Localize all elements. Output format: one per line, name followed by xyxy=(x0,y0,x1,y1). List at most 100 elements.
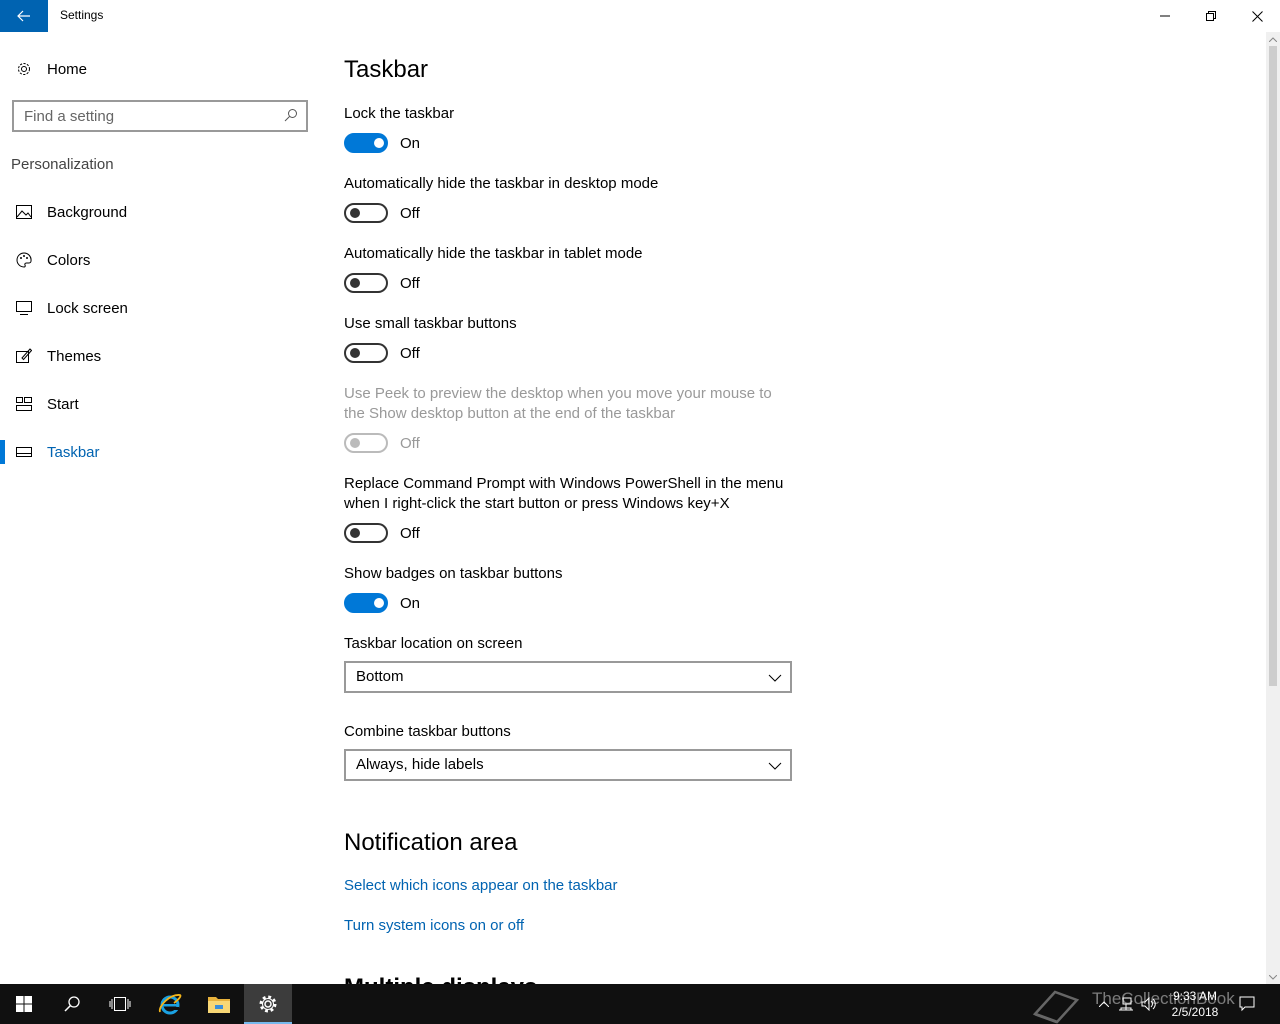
sidebar-item-themes[interactable]: Themes xyxy=(0,336,320,376)
show-hidden-icons-button[interactable] xyxy=(1094,984,1114,1024)
file-explorer-button[interactable] xyxy=(195,984,243,1024)
window-title: Settings xyxy=(60,8,104,22)
close-icon xyxy=(1251,10,1263,22)
section-label: Personalization xyxy=(11,156,114,173)
search-input[interactable] xyxy=(14,102,274,130)
lock-taskbar-toggle[interactable] xyxy=(344,133,388,153)
small-buttons-toggle-row: Off xyxy=(344,343,420,363)
badges-toggle[interactable] xyxy=(344,593,388,613)
start-icon xyxy=(16,996,32,1012)
volume-button[interactable] xyxy=(1138,984,1160,1024)
sidebar-item-label: Colors xyxy=(47,251,91,269)
minimize-button[interactable] xyxy=(1142,0,1188,32)
small-buttons-toggle[interactable] xyxy=(344,343,388,363)
scroll-thumb[interactable] xyxy=(1269,46,1277,686)
multiple-displays-heading: Multiple displays xyxy=(344,974,537,984)
start-button[interactable] xyxy=(0,984,48,1024)
image-icon xyxy=(16,204,32,220)
themes-icon xyxy=(16,348,32,364)
setting-label: Lock the taskbar xyxy=(344,105,455,122)
settings-taskbar-button[interactable] xyxy=(244,984,292,1024)
minimize-icon xyxy=(1160,15,1170,17)
sidebar-item-lock-screen[interactable]: Lock screen xyxy=(0,288,320,328)
system-icons-link[interactable]: Turn system icons on or off xyxy=(344,917,524,934)
peek-toggle-row: Off xyxy=(344,433,420,453)
taskbar-clock[interactable]: 9:33 AM 2/5/2018 xyxy=(1166,988,1224,1020)
restore-icon xyxy=(1206,11,1216,21)
toggle-state-text: On xyxy=(400,134,421,152)
sidebar-item-label: Home xyxy=(47,60,88,78)
search-button[interactable] xyxy=(48,984,96,1024)
scroll-up-arrow-icon[interactable] xyxy=(1266,32,1280,46)
chevron-up-icon xyxy=(1099,1001,1109,1007)
select-icons-link[interactable]: Select which icons appear on the taskbar xyxy=(344,877,618,894)
setting-label: Automatically hide the taskbar in tablet… xyxy=(344,245,643,262)
toggle-state-text: Off xyxy=(400,524,420,542)
search-box xyxy=(12,100,308,132)
speaker-icon xyxy=(1141,997,1156,1011)
main-content: Taskbar Lock the taskbar On Automaticall… xyxy=(320,32,1260,984)
task-view-icon xyxy=(109,997,131,1011)
scrollbar[interactable] xyxy=(1266,32,1280,984)
sidebar-item-label: Lock screen xyxy=(47,299,128,317)
settings-icon xyxy=(259,995,277,1013)
autohide-tablet-toggle[interactable] xyxy=(344,273,388,293)
toggle-state-text: Off xyxy=(400,274,420,292)
notification-area-heading: Notification area xyxy=(344,829,518,856)
sidebar-item-taskbar[interactable]: Taskbar xyxy=(0,432,320,472)
autohide-desktop-toggle[interactable] xyxy=(344,203,388,223)
autohide-desktop-toggle-row: Off xyxy=(344,203,420,223)
sidebar: Home Personalization Background Colors L… xyxy=(0,32,320,984)
sidebar-item-label: Taskbar xyxy=(47,443,100,461)
network-icon xyxy=(1119,997,1133,1011)
chevron-down-icon xyxy=(768,671,782,685)
toggle-state-text: On xyxy=(400,594,421,612)
notification-icon xyxy=(1239,996,1255,1012)
sidebar-item-label: Themes xyxy=(47,347,102,365)
badges-toggle-row: On xyxy=(344,593,420,613)
sidebar-item-start[interactable]: Start xyxy=(0,384,320,424)
dropdown-value: Always, hide labels xyxy=(356,756,484,773)
setting-label: Combine taskbar buttons xyxy=(344,723,511,740)
toggle-state-text: Off xyxy=(400,434,420,452)
autohide-tablet-toggle-row: Off xyxy=(344,273,420,293)
search-icon xyxy=(64,996,80,1012)
toggle-state-text: Off xyxy=(400,344,420,362)
taskbar-icon xyxy=(16,444,32,460)
selection-indicator xyxy=(0,440,5,464)
taskbar-location-dropdown[interactable]: Bottom xyxy=(344,661,792,693)
dropdown-value: Bottom xyxy=(356,668,404,685)
internet-explorer-icon xyxy=(158,994,182,1015)
internet-explorer-button[interactable] xyxy=(146,984,194,1024)
setting-label: Use Peek to preview the desktop when you… xyxy=(344,385,772,422)
sidebar-item-background[interactable]: Background xyxy=(0,192,320,232)
chevron-down-icon xyxy=(768,759,782,773)
back-arrow-icon xyxy=(17,10,30,22)
file-explorer-icon xyxy=(208,997,230,1013)
network-button[interactable] xyxy=(1116,984,1136,1024)
title-bar: Settings xyxy=(0,0,1280,32)
setting-label: Show badges on taskbar buttons xyxy=(344,565,563,582)
taskbar: TheCollectionBook 9:33 AM 2/5/2018 xyxy=(0,984,1280,1024)
start-layout-icon xyxy=(16,396,32,412)
toggle-state-text: Off xyxy=(400,204,420,222)
setting-label: Taskbar location on screen xyxy=(344,635,523,652)
clock-date: 2/5/2018 xyxy=(1171,1005,1219,1019)
search-icon[interactable] xyxy=(284,108,300,124)
back-button[interactable] xyxy=(0,0,48,32)
gear-icon xyxy=(16,61,32,77)
close-button[interactable] xyxy=(1234,0,1280,32)
lock-taskbar-toggle-row: On xyxy=(344,133,420,153)
sidebar-item-colors[interactable]: Colors xyxy=(0,240,320,280)
combine-buttons-dropdown[interactable]: Always, hide labels xyxy=(344,749,792,781)
clock-time: 9:33 AM xyxy=(1172,989,1218,1003)
scroll-down-arrow-icon[interactable] xyxy=(1266,970,1280,984)
setting-label: Automatically hide the taskbar in deskto… xyxy=(344,175,659,192)
action-center-button[interactable] xyxy=(1234,984,1260,1024)
sidebar-item-home[interactable]: Home xyxy=(0,52,320,86)
powershell-toggle[interactable] xyxy=(344,523,388,543)
task-view-button[interactable] xyxy=(96,984,144,1024)
setting-label: Replace Command Prompt with Windows Powe… xyxy=(344,475,784,512)
restore-button[interactable] xyxy=(1188,0,1234,32)
powershell-toggle-row: Off xyxy=(344,523,420,543)
